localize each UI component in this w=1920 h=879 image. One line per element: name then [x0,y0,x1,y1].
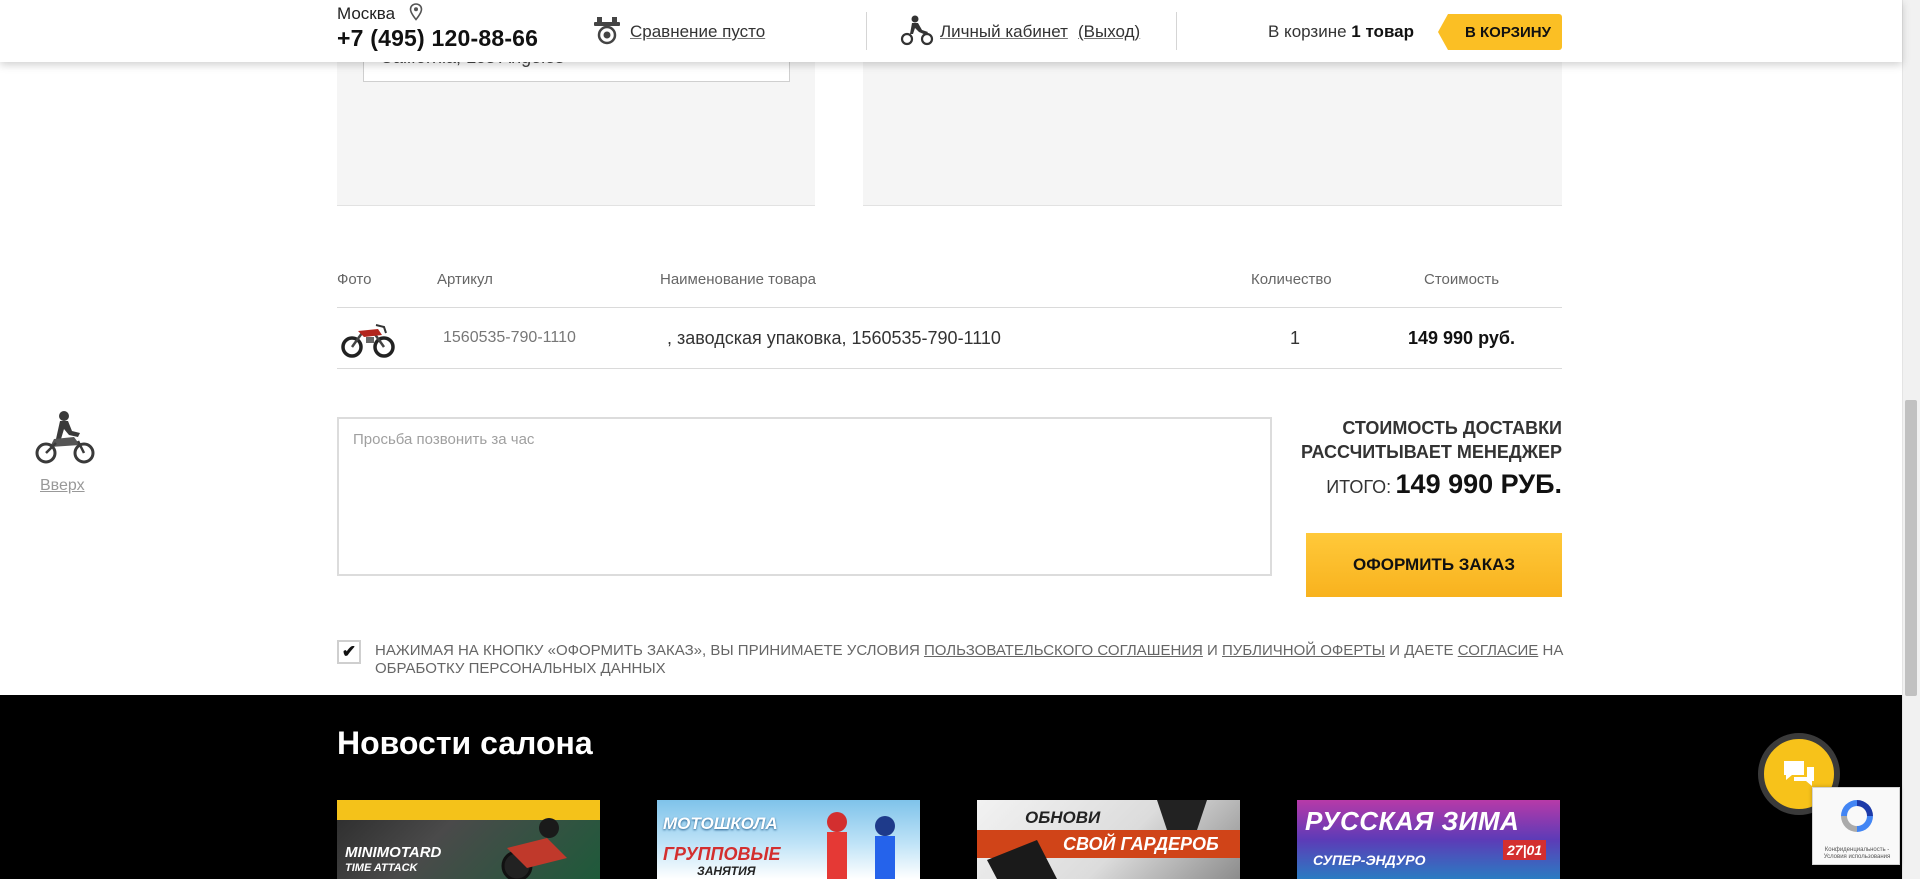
agreement-checkbox[interactable]: ✔ [337,640,361,664]
column-header-price: Стоимость [1424,271,1500,288]
news-card-image [501,818,567,879]
motorcycle-icon[interactable] [34,409,96,465]
column-header-sku: Артикул [437,271,493,288]
news-section-title: Новости салона [337,725,593,761]
news-card-subtitle: TIME ATTACK [345,862,418,874]
news-card-title: ОБНОВИ [1025,808,1101,827]
delivery-note-line: РАССЧИТЫВАЕТ МЕНЕДЖЕР [1301,442,1562,462]
logout-link[interactable]: (Выход) [1078,22,1140,42]
header-divider [866,12,867,50]
news-card[interactable]: РУССКАЯ ЗИМА СУПЕР-ЭНДУРО 27|01 [1297,800,1560,879]
column-header-photo: Фото [337,271,372,288]
recaptcha-icon [1841,800,1873,832]
product-sku: 1560535-790-1110 [443,329,576,346]
news-card[interactable]: ОБНОВИ СВОЙ ГАРДЕРОБ [977,800,1240,879]
table-divider [337,368,1562,369]
total-value: 149 990 РУБ. [1395,469,1562,499]
recaptcha-badge[interactable]: Конфиденциальность - Условия использован… [1812,787,1900,865]
column-header-name: Наименование товара [660,271,817,288]
delivery-note-line: СТОИМОСТЬ ДОСТАВКИ [1342,418,1562,438]
agreement-text-part: И [1202,642,1223,659]
news-card-title: РУССКАЯ ЗИМА [1305,806,1520,836]
column-header-quantity: Количество [1251,271,1332,288]
agreement-text-part: И ДАЕТЕ [1385,642,1458,659]
news-card-subtitle: СУПЕР-ЭНДУРО [1313,852,1426,868]
chat-icon [1784,761,1814,786]
checkmark-icon: ✔ [341,642,357,661]
compare-icon[interactable] [590,14,624,46]
news-card[interactable]: МОТОШКОЛА ГРУППОВЫЕ ЗАНЯТИЯ [657,800,920,879]
compare-link[interactable]: Сравнение пусто [630,22,765,42]
scrollbar[interactable] [1902,0,1920,879]
cart-button[interactable]: В КОРЗИНУ [1438,14,1562,50]
checkout-button[interactable]: ОФОРМИТЬ ЗАКАЗ [1306,533,1562,597]
product-name[interactable]: , заводская упаковка, 1560535-790-1110 [667,328,1001,349]
scrollbar-thumb[interactable] [1905,400,1917,696]
cart-count: 1 товар [1351,22,1415,41]
order-comment-field[interactable] [337,417,1272,576]
city-selector[interactable]: Москва [337,4,395,24]
cart-prefix: В корзине [1268,22,1347,41]
account-link[interactable]: Личный кабинет [940,22,1068,42]
sticky-header: Москва +7 (495) 120-88-66 Сравнение пуст… [0,0,1902,62]
header-divider [1176,12,1177,50]
news-card-subtitle: СВОЙ ГАРДЕРОБ [1063,834,1219,854]
total-label: ИТОГО: [1326,477,1392,497]
recaptcha-terms[interactable]: Конфиденциальность - Условия использован… [1815,847,1899,861]
news-card-date: 27|01 [1503,840,1547,860]
agreement-text-part: НАЖИМАЯ НА КНОПКУ «ОФОРМИТЬ ЗАКАЗ», ВЫ П… [375,642,924,659]
order-total: ИТОГО: 149 990 РУБ. [1326,469,1562,500]
news-card-subtitle: ЗАНЯТИЯ [697,864,756,878]
delivery-cost-note: СТОИМОСТЬ ДОСТАВКИ РАССЧИТЫВАЕТ МЕНЕДЖЕР [1242,416,1562,464]
location-pin-icon [409,3,423,21]
product-quantity: 1 [1290,328,1301,348]
agreement-text: НАЖИМАЯ НА КНОПКУ «ОФОРМИТЬ ЗАКАЗ», ВЫ П… [375,642,1565,678]
news-card-title: MINIMOTARD [345,844,442,861]
news-card-subtitle: ГРУППОВЫЕ [663,844,781,864]
consent-link[interactable]: СОГЛАСИЕ [1458,642,1539,659]
product-price: 149 990 руб. [1408,328,1515,348]
phone-number[interactable]: +7 (495) 120-88-66 [337,25,538,52]
product-photo[interactable] [340,315,396,359]
cart-summary: В корзине 1 товар [1268,22,1414,42]
user-agreement-link[interactable]: ПОЛЬЗОВАТЕЛЬСКОГО СОГЛАШЕНИЯ [924,642,1203,659]
news-card[interactable]: MINIMOTARD TIME ATTACK [337,800,600,879]
news-card-image [827,812,895,879]
back-to-top-link[interactable]: Вверх [40,477,85,495]
news-section [0,695,1902,879]
motorcyclist-icon[interactable] [900,14,934,46]
news-card-title: МОТОШКОЛА [663,814,778,833]
public-offer-link[interactable]: ПУБЛИЧНОЙ ОФЕРТЫ [1222,642,1385,659]
table-divider [337,307,1562,308]
